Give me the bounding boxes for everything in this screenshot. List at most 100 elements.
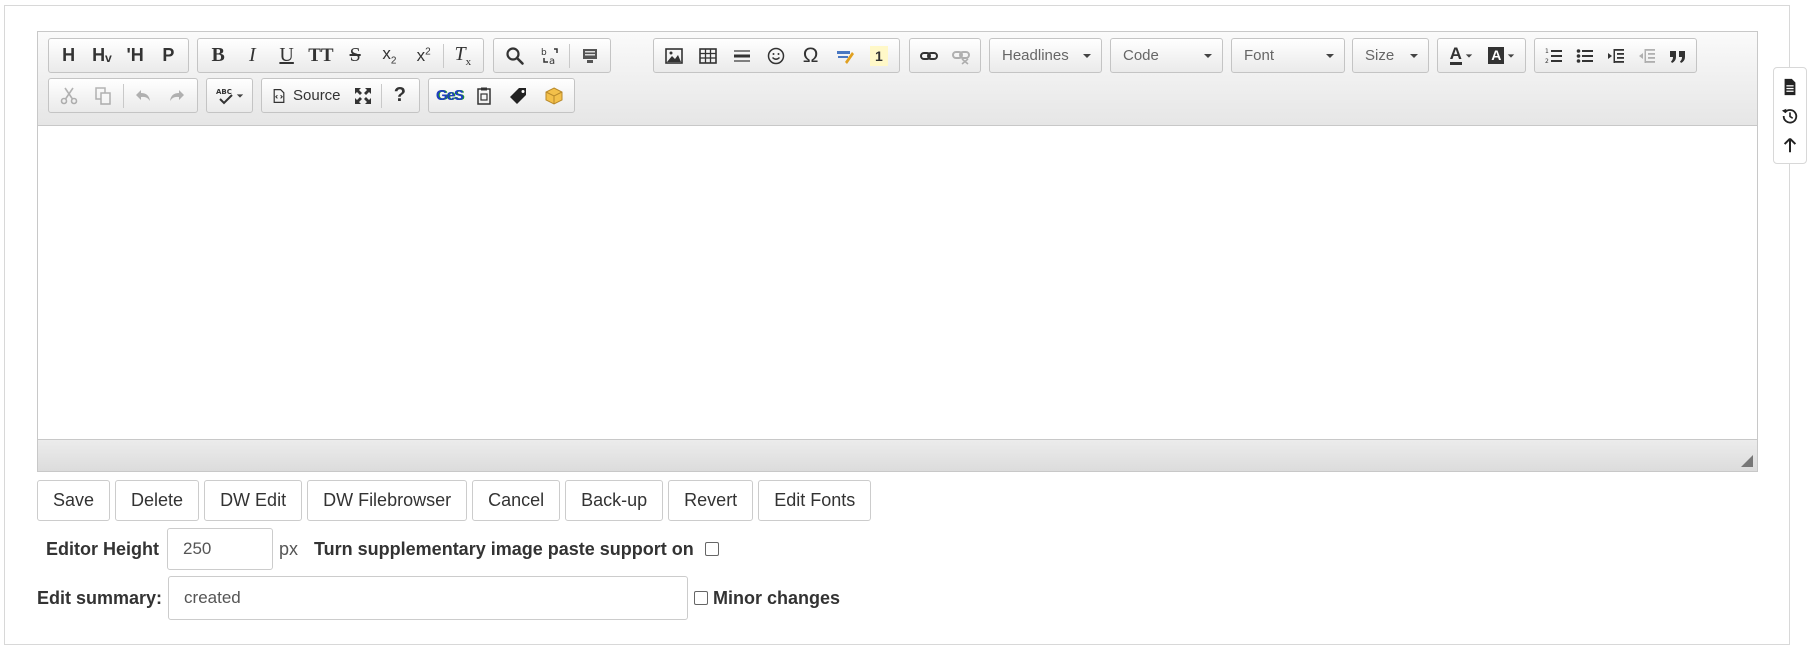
strikethrough-button[interactable]: S xyxy=(338,40,372,71)
help-button[interactable]: ? xyxy=(384,80,416,111)
replace-button[interactable]: ba xyxy=(532,40,567,71)
outdent-button[interactable] xyxy=(1631,40,1662,71)
headlines-dropdown-label: Headlines xyxy=(1002,47,1069,64)
ges-plugin-button[interactable]: GeS xyxy=(432,80,467,111)
heading-h-apostrophe-button[interactable]: 'H xyxy=(119,40,152,71)
revert-button[interactable]: Revert xyxy=(668,480,754,521)
chevron-down-icon xyxy=(1465,53,1473,58)
show-blocks-button[interactable] xyxy=(572,40,607,71)
insert-table-button[interactable] xyxy=(691,40,725,71)
editor-height-row: Editor Height 250 px Turn supplementary … xyxy=(46,528,719,570)
heading-h-button[interactable]: H xyxy=(52,40,85,71)
backup-button[interactable]: Back-up xyxy=(565,480,664,521)
dw-edit-button[interactable]: DW Edit xyxy=(204,480,303,521)
blockquote-button[interactable] xyxy=(1662,40,1693,71)
old-revisions-button[interactable] xyxy=(1779,105,1801,127)
outdent-icon xyxy=(1638,48,1655,63)
maximize-icon xyxy=(354,87,371,104)
editor-content-area[interactable] xyxy=(38,127,1757,439)
teletype-button[interactable]: TT xyxy=(304,40,338,71)
indent-button[interactable] xyxy=(1600,40,1631,71)
footnote-badge: 1 xyxy=(870,45,888,66)
font-dropdown-label: Font xyxy=(1244,47,1275,64)
unlink-button[interactable] xyxy=(945,40,977,71)
package-icon xyxy=(545,86,563,105)
source-button[interactable]: Source xyxy=(265,80,347,111)
paste-support-label: Turn supplementary image paste support o… xyxy=(314,538,694,559)
chevron-down-icon xyxy=(1204,53,1212,58)
bold-button[interactable]: B xyxy=(201,40,235,71)
save-button[interactable]: Save xyxy=(37,480,111,521)
redo-button[interactable] xyxy=(160,80,194,111)
spellcheck-icon: ABC xyxy=(216,88,233,104)
subscript-button[interactable]: x2 xyxy=(372,40,406,71)
smiley-icon xyxy=(768,47,785,64)
document-group: Source ? xyxy=(261,78,420,113)
bulleted-list-icon xyxy=(1576,48,1593,63)
footnote-button[interactable]: 1 xyxy=(862,40,896,71)
tag-plugin-button[interactable] xyxy=(502,80,537,111)
heading-hv-button[interactable]: Hᵥ xyxy=(85,40,118,71)
remove-format-button[interactable]: Tx xyxy=(446,40,480,71)
numbered-list-button[interactable]: 12 xyxy=(1538,40,1569,71)
paste-support-checkbox[interactable] xyxy=(704,542,719,556)
magnifier-icon xyxy=(505,46,524,65)
undo-button[interactable] xyxy=(125,80,159,111)
color-group: A A xyxy=(1437,38,1526,73)
paste-plugin-button[interactable] xyxy=(467,80,502,111)
list-group: 12 xyxy=(1534,38,1697,73)
code-dropdown[interactable]: Code xyxy=(1110,38,1223,73)
arrow-up-icon xyxy=(1783,137,1797,152)
horizontal-rule-button[interactable] xyxy=(725,40,759,71)
package-plugin-button[interactable] xyxy=(536,80,571,111)
cancel-button[interactable]: Cancel xyxy=(472,480,561,521)
replace-icon: ba xyxy=(541,48,558,66)
dw-filebrowser-button[interactable]: DW Filebrowser xyxy=(307,480,468,521)
insert-template-button[interactable] xyxy=(828,40,862,71)
svg-text:a: a xyxy=(549,56,555,66)
insert-image-button[interactable] xyxy=(657,40,691,71)
editor-height-input[interactable]: 250 xyxy=(167,528,273,570)
link-icon xyxy=(920,51,938,60)
source-code-icon xyxy=(273,88,285,103)
resize-handle-icon[interactable] xyxy=(1741,455,1753,467)
edit-summary-input[interactable]: created xyxy=(168,576,689,620)
text-color-button[interactable]: A xyxy=(1441,40,1482,71)
editor-toolbar: H Hᵥ 'H P B I U TT S x2 x2 Tx b a Ω 1 He… xyxy=(38,32,1757,126)
back-to-top-button[interactable] xyxy=(1779,134,1801,156)
plugins-group: GeS xyxy=(428,78,575,113)
insert-link-button[interactable] xyxy=(913,40,945,71)
spellcheck-button[interactable]: ABC xyxy=(210,80,249,111)
paragraph-button[interactable]: P xyxy=(152,40,185,71)
chevron-down-icon xyxy=(1083,53,1091,58)
svg-text:1: 1 xyxy=(1545,48,1549,55)
edit-summary-row: Edit summary: created Minor changes xyxy=(37,576,840,620)
svg-text:ABC: ABC xyxy=(216,88,232,96)
delete-button[interactable]: Delete xyxy=(115,480,200,521)
copy-icon xyxy=(95,86,112,105)
superscript-button[interactable]: x2 xyxy=(407,40,441,71)
bulleted-list-button[interactable] xyxy=(1569,40,1600,71)
tag-icon xyxy=(509,87,526,104)
edit-fonts-button[interactable]: Edit Fonts xyxy=(758,480,872,521)
underline-button[interactable]: U xyxy=(270,40,304,71)
headlines-dropdown[interactable]: Headlines xyxy=(989,38,1102,73)
maximize-button[interactable] xyxy=(347,80,379,111)
svg-text:2: 2 xyxy=(1545,58,1549,65)
minor-changes-checkbox[interactable] xyxy=(694,591,709,605)
show-page-button[interactable] xyxy=(1779,76,1801,98)
special-character-button[interactable]: Ω xyxy=(794,40,828,71)
copy-button[interactable] xyxy=(86,80,120,111)
ges-icon: GeS xyxy=(435,87,464,104)
insert-smiley-button[interactable] xyxy=(759,40,793,71)
chevron-down-icon xyxy=(1508,53,1515,58)
find-button[interactable] xyxy=(497,40,532,71)
toolbar-separator xyxy=(380,83,382,108)
italic-button[interactable]: I xyxy=(235,40,269,71)
size-dropdown[interactable]: Size xyxy=(1352,38,1429,73)
cut-button[interactable] xyxy=(52,80,86,111)
clipboard-group xyxy=(48,78,198,113)
font-dropdown[interactable]: Font xyxy=(1231,38,1345,73)
text-style-group: B I U TT S x2 x2 Tx xyxy=(197,38,484,73)
background-color-button[interactable]: A xyxy=(1482,40,1523,71)
